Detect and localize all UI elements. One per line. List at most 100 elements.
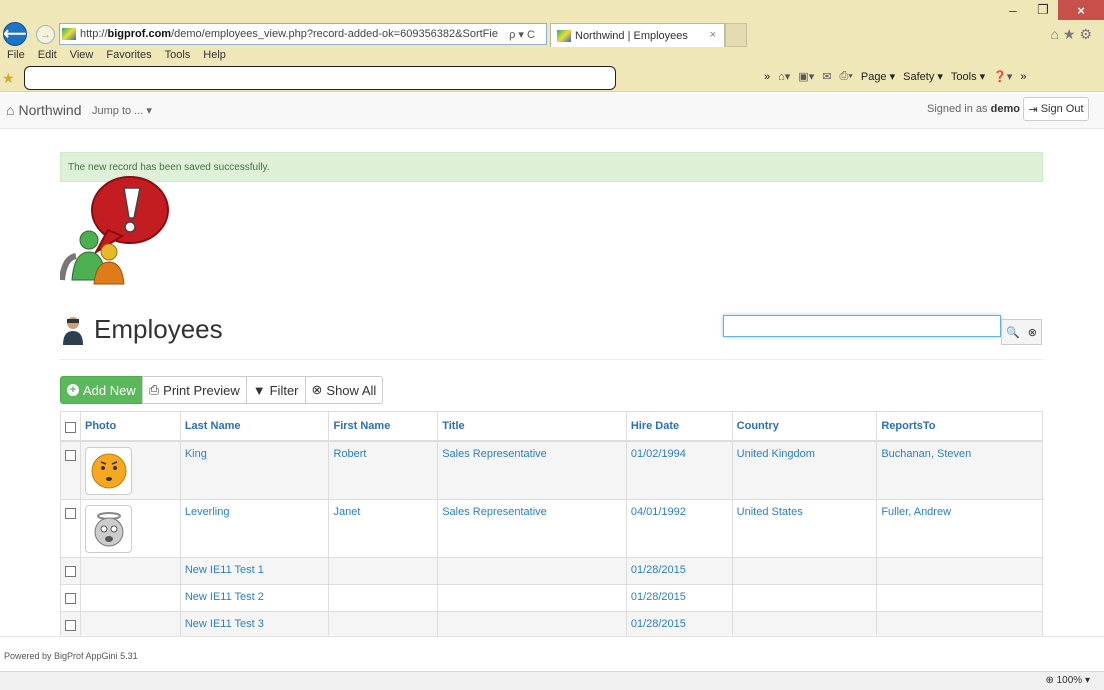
row-checkbox[interactable] xyxy=(65,508,76,519)
reports-to-cell[interactable] xyxy=(876,611,1043,639)
country-cell[interactable] xyxy=(731,557,878,585)
address-url[interactable]: http://bigprof.com/demo/employees_view.p… xyxy=(80,28,498,40)
search-icon[interactable]: 🔍 xyxy=(1006,326,1020,339)
column-header[interactable]: Title xyxy=(437,411,627,442)
first-name-cell[interactable] xyxy=(328,584,439,612)
hire-date-cell[interactable]: 01/28/2015 xyxy=(625,584,733,612)
country-cell[interactable]: United Kingdom xyxy=(731,440,878,500)
menu-favorites[interactable]: Favorites xyxy=(99,48,157,64)
menu-bar: File Edit View Favorites Tools Help xyxy=(0,48,1104,64)
table-row[interactable]: New IE11 Test 2 01/28/2015 xyxy=(60,584,1043,612)
print-preview-button[interactable]: ⎙ Print Preview xyxy=(141,376,247,404)
country-cell[interactable] xyxy=(731,584,878,612)
hire-date-cell[interactable]: 01/28/2015 xyxy=(625,557,733,585)
column-header[interactable]: Last Name xyxy=(179,411,330,442)
country-cell[interactable]: United States xyxy=(731,499,878,558)
table-row[interactable]: Leverling Janet Sales Representative 04/… xyxy=(60,499,1043,558)
menu-file[interactable]: File xyxy=(0,48,31,64)
favorites-star-icon[interactable]: ★ xyxy=(2,70,15,87)
row-checkbox[interactable] xyxy=(65,566,76,577)
forward-button[interactable]: → xyxy=(36,25,55,44)
search-input[interactable] xyxy=(723,315,1001,337)
show-all-button[interactable]: ⊗ Show All xyxy=(304,376,384,404)
column-header[interactable]: Country xyxy=(731,411,878,442)
title-cell[interactable]: Sales Representative xyxy=(437,499,627,558)
row-checkbox[interactable] xyxy=(65,593,76,604)
last-name-cell[interactable]: New IE11 Test 1 xyxy=(179,557,330,585)
mail-icon[interactable]: ✉ xyxy=(822,70,831,83)
address-bar[interactable]: http://bigprof.com/demo/employees_view.p… xyxy=(59,23,547,45)
arrow-right-icon: → xyxy=(40,28,51,41)
signed-in-text: Signed in as demo xyxy=(927,103,1020,115)
minimize-button[interactable]: – xyxy=(998,0,1028,20)
reports-to-cell[interactable]: Fuller, Andrew xyxy=(876,499,1043,558)
menu-help[interactable]: Help xyxy=(196,48,232,64)
print-icon[interactable]: ⎙▾ xyxy=(839,70,852,83)
sign-out-button[interactable]: ⇥ Sign Out xyxy=(1023,97,1089,121)
first-name-cell[interactable] xyxy=(328,557,439,585)
hire-date-cell[interactable]: 01/28/2015 xyxy=(625,611,733,639)
home-favorites-settings-icons[interactable]: ⌂★⚙ xyxy=(1050,26,1096,43)
last-name-cell[interactable]: New IE11 Test 3 xyxy=(179,611,330,639)
first-name-cell[interactable]: Robert xyxy=(328,440,439,500)
title-cell[interactable] xyxy=(437,584,627,612)
first-name-cell[interactable] xyxy=(328,611,439,639)
last-name-cell[interactable]: Leverling xyxy=(179,499,330,558)
home-icon: ⌂ xyxy=(6,102,15,118)
title-cell[interactable] xyxy=(437,611,627,639)
command-overflow-right-icon[interactable]: » xyxy=(1020,71,1026,83)
column-header[interactable]: Hire Date xyxy=(625,411,733,442)
menu-view[interactable]: View xyxy=(63,48,100,64)
column-header[interactable]: First Name xyxy=(328,411,439,442)
table-row[interactable]: New IE11 Test 3 01/28/2015 xyxy=(60,611,1043,639)
help-icon[interactable]: ❓▾ xyxy=(993,70,1012,83)
reports-to-cell[interactable] xyxy=(876,557,1043,585)
last-name-cell[interactable]: New IE11 Test 2 xyxy=(179,584,330,612)
new-tab-button[interactable] xyxy=(725,23,747,47)
show-all-icon: ⊗ xyxy=(311,382,323,397)
last-name-cell[interactable]: King xyxy=(179,440,330,500)
zoom-control[interactable]: ⊕ 100% ▾ xyxy=(1045,675,1090,686)
title-cell[interactable]: Sales Representative xyxy=(437,440,627,500)
column-header[interactable]: Photo xyxy=(80,411,181,442)
first-name-cell[interactable]: Janet xyxy=(328,499,439,558)
row-checkbox[interactable] xyxy=(65,620,76,631)
jump-to-dropdown[interactable]: Jump to ... ▾ xyxy=(92,104,152,117)
page-menu[interactable]: Page ▾ xyxy=(861,70,895,83)
page-title: Employees xyxy=(62,314,223,345)
brand-name: Northwind xyxy=(18,102,82,118)
home-icon[interactable]: ⌂▾ xyxy=(778,70,790,83)
back-button[interactable]: ⟵ xyxy=(3,22,27,46)
filter-button[interactable]: ▼ Filter xyxy=(245,376,306,404)
add-new-button[interactable]: + Add New xyxy=(60,376,143,404)
reports-to-cell[interactable] xyxy=(876,584,1043,612)
feeds-icon[interactable]: ▣▾ xyxy=(798,70,814,83)
hire-date-cell[interactable]: 01/02/1994 xyxy=(625,440,733,500)
command-overflow-icon[interactable]: » xyxy=(764,71,770,83)
reports-to-cell[interactable]: Buchanan, Steven xyxy=(876,440,1043,500)
table-row[interactable]: King Robert Sales Representative 01/02/1… xyxy=(60,440,1043,500)
browser-tab-active[interactable]: Northwind | Employees × xyxy=(550,23,725,47)
close-window-button[interactable]: × xyxy=(1058,0,1104,20)
column-header[interactable]: ReportsTo xyxy=(876,411,1043,442)
select-all-checkbox[interactable] xyxy=(65,422,76,433)
row-checkbox[interactable] xyxy=(65,450,76,461)
tools-menu[interactable]: Tools ▾ xyxy=(951,70,985,83)
hire-date-cell[interactable]: 04/01/1992 xyxy=(625,499,733,558)
success-alert: The new record has been saved successful… xyxy=(60,152,1043,182)
menu-edit[interactable]: Edit xyxy=(31,48,63,64)
table-row[interactable]: New IE11 Test 1 01/28/2015 xyxy=(60,557,1043,585)
clear-search-icon[interactable]: ⊗ xyxy=(1028,326,1037,339)
employee-photo[interactable] xyxy=(85,447,132,495)
favorites-bar-field[interactable] xyxy=(24,66,616,90)
sign-out-icon: ⇥ xyxy=(1028,103,1038,116)
brand-link[interactable]: ⌂ Northwind xyxy=(6,102,82,118)
employee-photo[interactable] xyxy=(85,505,132,553)
country-cell[interactable] xyxy=(731,611,878,639)
title-cell[interactable] xyxy=(437,557,627,585)
maximize-button[interactable]: ❐ xyxy=(1028,0,1058,20)
menu-tools[interactable]: Tools xyxy=(158,48,197,64)
safety-menu[interactable]: Safety ▾ xyxy=(903,70,943,83)
address-search-refresh-icons[interactable]: ρ ▾ C xyxy=(498,28,546,41)
tab-close-icon[interactable]: × xyxy=(710,29,716,41)
